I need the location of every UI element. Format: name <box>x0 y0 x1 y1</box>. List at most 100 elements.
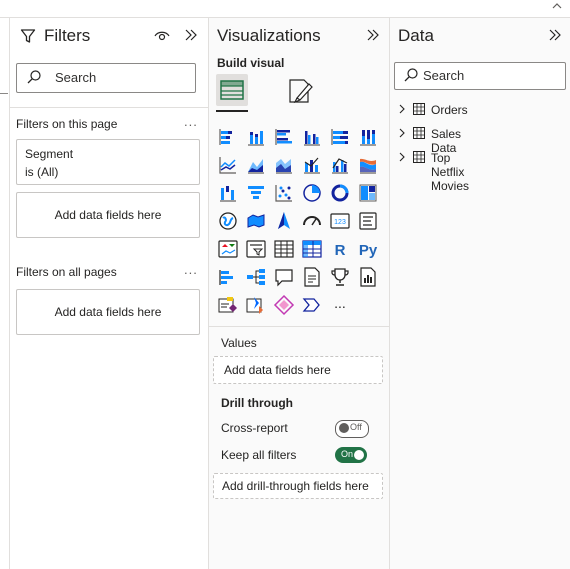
metrics-icon[interactable] <box>329 266 351 288</box>
line-and-clustered-column-chart-icon[interactable] <box>329 154 351 176</box>
stacked-bar-chart-icon[interactable] <box>217 126 239 148</box>
multi-row-card-icon[interactable] <box>357 210 379 232</box>
collapse-data-icon[interactable] <box>548 28 562 46</box>
paintbrush-page-icon <box>289 79 313 104</box>
cross-report-toggle[interactable]: Off <box>335 420 369 438</box>
filters-page-drop-zone[interactable]: Add data fields here <box>16 192 200 238</box>
drill-through-placeholder: Add drill-through fields here <box>222 479 369 493</box>
active-tab-underline <box>216 110 248 112</box>
svg-text:Py: Py <box>359 242 378 259</box>
eye-icon[interactable] <box>154 29 170 47</box>
matrix-icon[interactable] <box>301 238 323 260</box>
table-icon <box>413 103 425 115</box>
search-icon <box>26 69 42 85</box>
table-icon <box>413 127 425 139</box>
table-name: Top Netflix Movies <box>431 151 470 193</box>
data-pane: Data Search Orders Sales Data Top Netfli… <box>390 18 570 569</box>
collapse-visualizations-icon[interactable] <box>366 28 380 46</box>
table-grid-icon <box>220 80 244 100</box>
chevron-right-icon[interactable] <box>398 151 406 163</box>
waterfall-chart-icon[interactable] <box>217 182 239 204</box>
filters-search-input[interactable]: Search <box>16 63 196 93</box>
smart-narrative-icon[interactable] <box>301 266 323 288</box>
slicer-icon[interactable] <box>245 238 267 260</box>
python-visual-icon[interactable]: Py <box>357 238 379 260</box>
filters-search-placeholder: Search <box>55 70 97 85</box>
add-data-fields-label: Add data fields here <box>54 208 162 222</box>
paginated-report-icon[interactable] <box>357 266 379 288</box>
100-percent-stacked-column-chart-icon[interactable] <box>357 126 379 148</box>
keep-all-filters-toggle[interactable]: On <box>335 447 367 463</box>
chevron-right-icon[interactable] <box>398 103 406 115</box>
kpi-icon[interactable] <box>217 238 239 260</box>
chevron-up-icon[interactable] <box>552 0 562 14</box>
filters-on-this-page-label: Filters on this page <box>16 117 118 131</box>
filter-card-segment[interactable]: Segment is (All) <box>16 139 200 185</box>
line-and-stacked-column-chart-icon[interactable] <box>301 154 323 176</box>
drill-through-drop-zone[interactable]: Add drill-through fields here <box>213 473 383 499</box>
scatter-chart-icon[interactable] <box>273 182 295 204</box>
decomposition-tree-icon[interactable] <box>245 266 267 288</box>
values-label: Values <box>221 336 257 350</box>
100-percent-stacked-bar-chart-icon[interactable] <box>329 126 351 148</box>
more-visuals-chevron-icon[interactable] <box>301 294 323 316</box>
filters-on-all-pages-label: Filters on all pages <box>16 265 117 279</box>
gauge-icon[interactable] <box>301 210 323 232</box>
filters-title: Filters <box>44 26 91 45</box>
more-visuals-icon[interactable]: ... <box>329 294 351 316</box>
data-search-input[interactable]: Search <box>394 62 566 90</box>
stacked-column-chart-icon[interactable] <box>245 126 267 148</box>
table-name: Orders <box>431 103 468 117</box>
azure-map-icon[interactable] <box>273 210 295 232</box>
area-chart-icon[interactable] <box>245 154 267 176</box>
more-options-icon[interactable]: ... <box>184 262 198 277</box>
r-script-visual-icon[interactable]: R <box>329 238 351 260</box>
divider <box>10 107 208 108</box>
clustered-bar-chart-icon[interactable] <box>273 126 295 148</box>
line-chart-icon[interactable] <box>217 154 239 176</box>
divider <box>209 326 389 327</box>
table-icon <box>413 151 425 163</box>
values-placeholder: Add data fields here <box>224 363 331 377</box>
qa-icon[interactable] <box>273 266 295 288</box>
stacked-area-chart-icon[interactable] <box>273 154 295 176</box>
pie-chart-icon[interactable] <box>301 182 323 204</box>
card-icon[interactable]: 123 <box>329 210 351 232</box>
map-icon[interactable] <box>217 210 239 232</box>
filters-pane: Filters Search Filters on this page ... … <box>10 18 209 569</box>
clustered-column-chart-icon[interactable] <box>301 126 323 148</box>
build-visual-label: Build visual <box>217 56 285 70</box>
more-options-icon[interactable]: ... <box>184 114 198 129</box>
format-visual-tab[interactable] <box>285 76 315 106</box>
visualizations-pane: Visualizations Build visual 123 R Py ...… <box>209 18 390 569</box>
filled-map-icon[interactable] <box>245 210 267 232</box>
keep-all-filters-state: On <box>341 449 354 459</box>
donut-chart-icon[interactable] <box>329 182 351 204</box>
keep-all-filters-label: Keep all filters <box>221 448 297 462</box>
report-canvas-edge <box>0 18 10 569</box>
filter-icon <box>20 28 36 48</box>
cross-report-state: Off <box>350 422 362 432</box>
build-visual-tab[interactable] <box>216 74 248 106</box>
filter-condition: is (All) <box>25 165 59 179</box>
collapse-filters-icon[interactable] <box>184 28 198 46</box>
chevron-right-icon[interactable] <box>398 127 406 139</box>
table-icon[interactable] <box>273 238 295 260</box>
treemap-icon[interactable] <box>357 182 379 204</box>
drill-through-label: Drill through <box>221 396 293 410</box>
svg-text:R: R <box>335 242 346 259</box>
filters-all-pages-drop-zone[interactable]: Add data fields here <box>16 289 200 335</box>
ribbon-chart-icon[interactable] <box>357 154 379 176</box>
funnel-chart-icon[interactable] <box>245 182 267 204</box>
svg-text:123: 123 <box>334 219 346 226</box>
data-title: Data <box>398 26 434 45</box>
search-icon <box>403 67 419 83</box>
visualizations-title: Visualizations <box>217 26 321 45</box>
add-data-fields-label: Add data fields here <box>54 305 162 319</box>
arcgis-icon[interactable] <box>273 294 295 316</box>
filter-field-name: Segment <box>25 147 74 161</box>
power-automate-icon[interactable] <box>245 294 267 316</box>
key-influencers-icon[interactable] <box>217 266 239 288</box>
power-apps-icon[interactable] <box>217 294 239 316</box>
values-drop-zone[interactable]: Add data fields here <box>213 356 383 384</box>
